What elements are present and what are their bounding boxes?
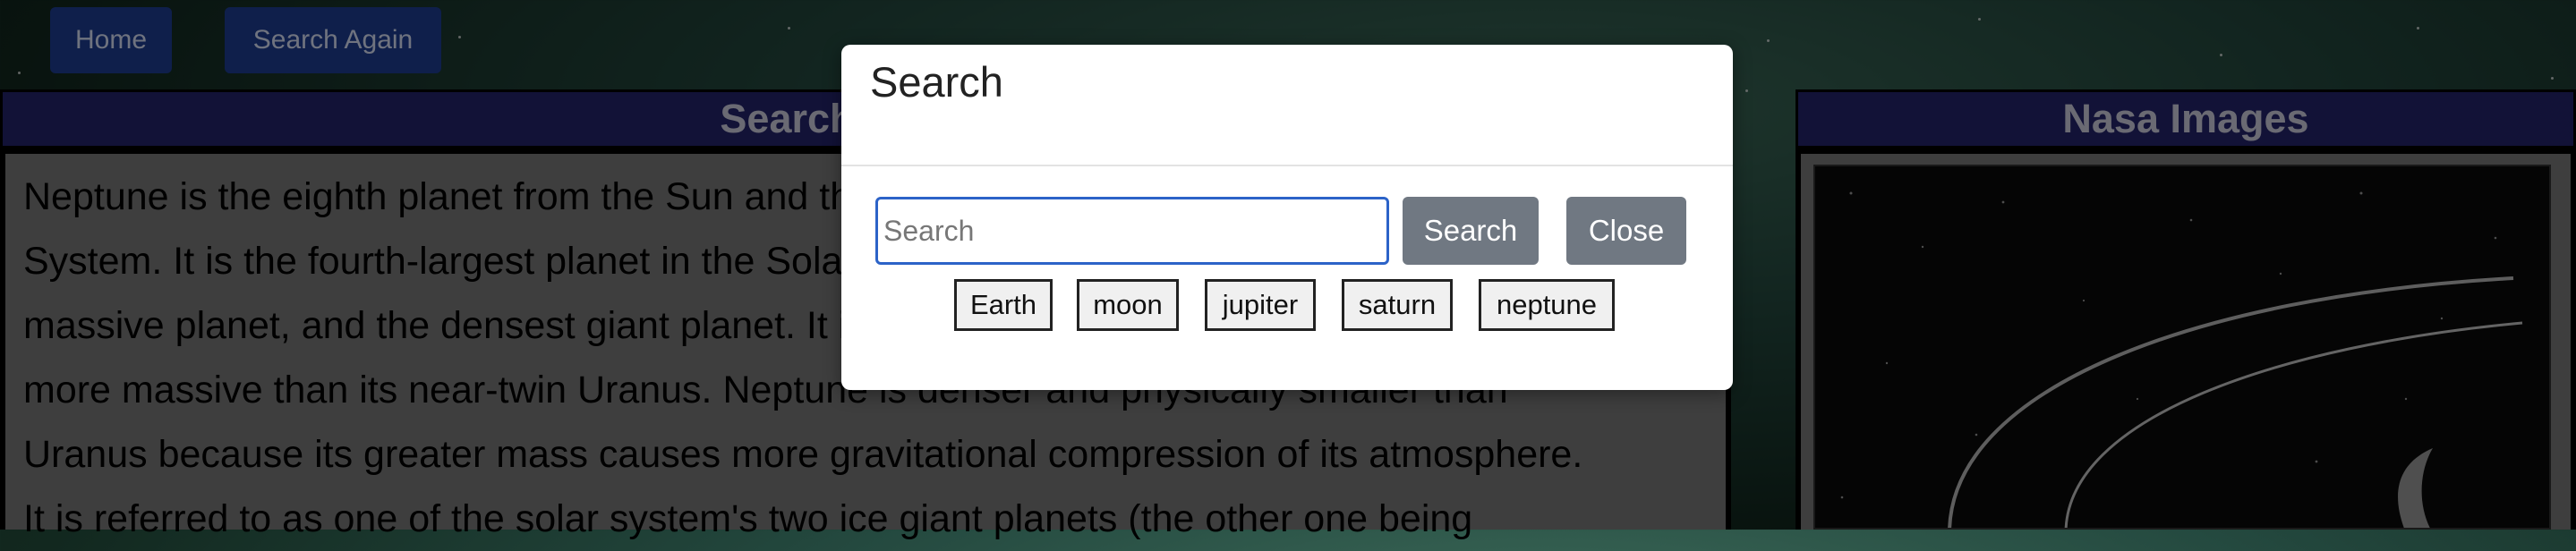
- quick-search-saturn[interactable]: saturn: [1342, 279, 1453, 331]
- modal-divider: [841, 165, 1733, 166]
- quick-search-jupiter[interactable]: jupiter: [1205, 279, 1316, 331]
- quick-search-moon[interactable]: moon: [1077, 279, 1179, 331]
- search-modal: Search Search Close Earth moon jupiter s…: [841, 45, 1733, 390]
- search-button[interactable]: Search: [1403, 197, 1539, 265]
- search-input[interactable]: [875, 197, 1389, 265]
- quick-search-neptune[interactable]: neptune: [1479, 279, 1615, 331]
- quick-search-earth[interactable]: Earth: [954, 279, 1053, 331]
- modal-title: Search: [870, 58, 1003, 106]
- close-button[interactable]: Close: [1566, 197, 1686, 265]
